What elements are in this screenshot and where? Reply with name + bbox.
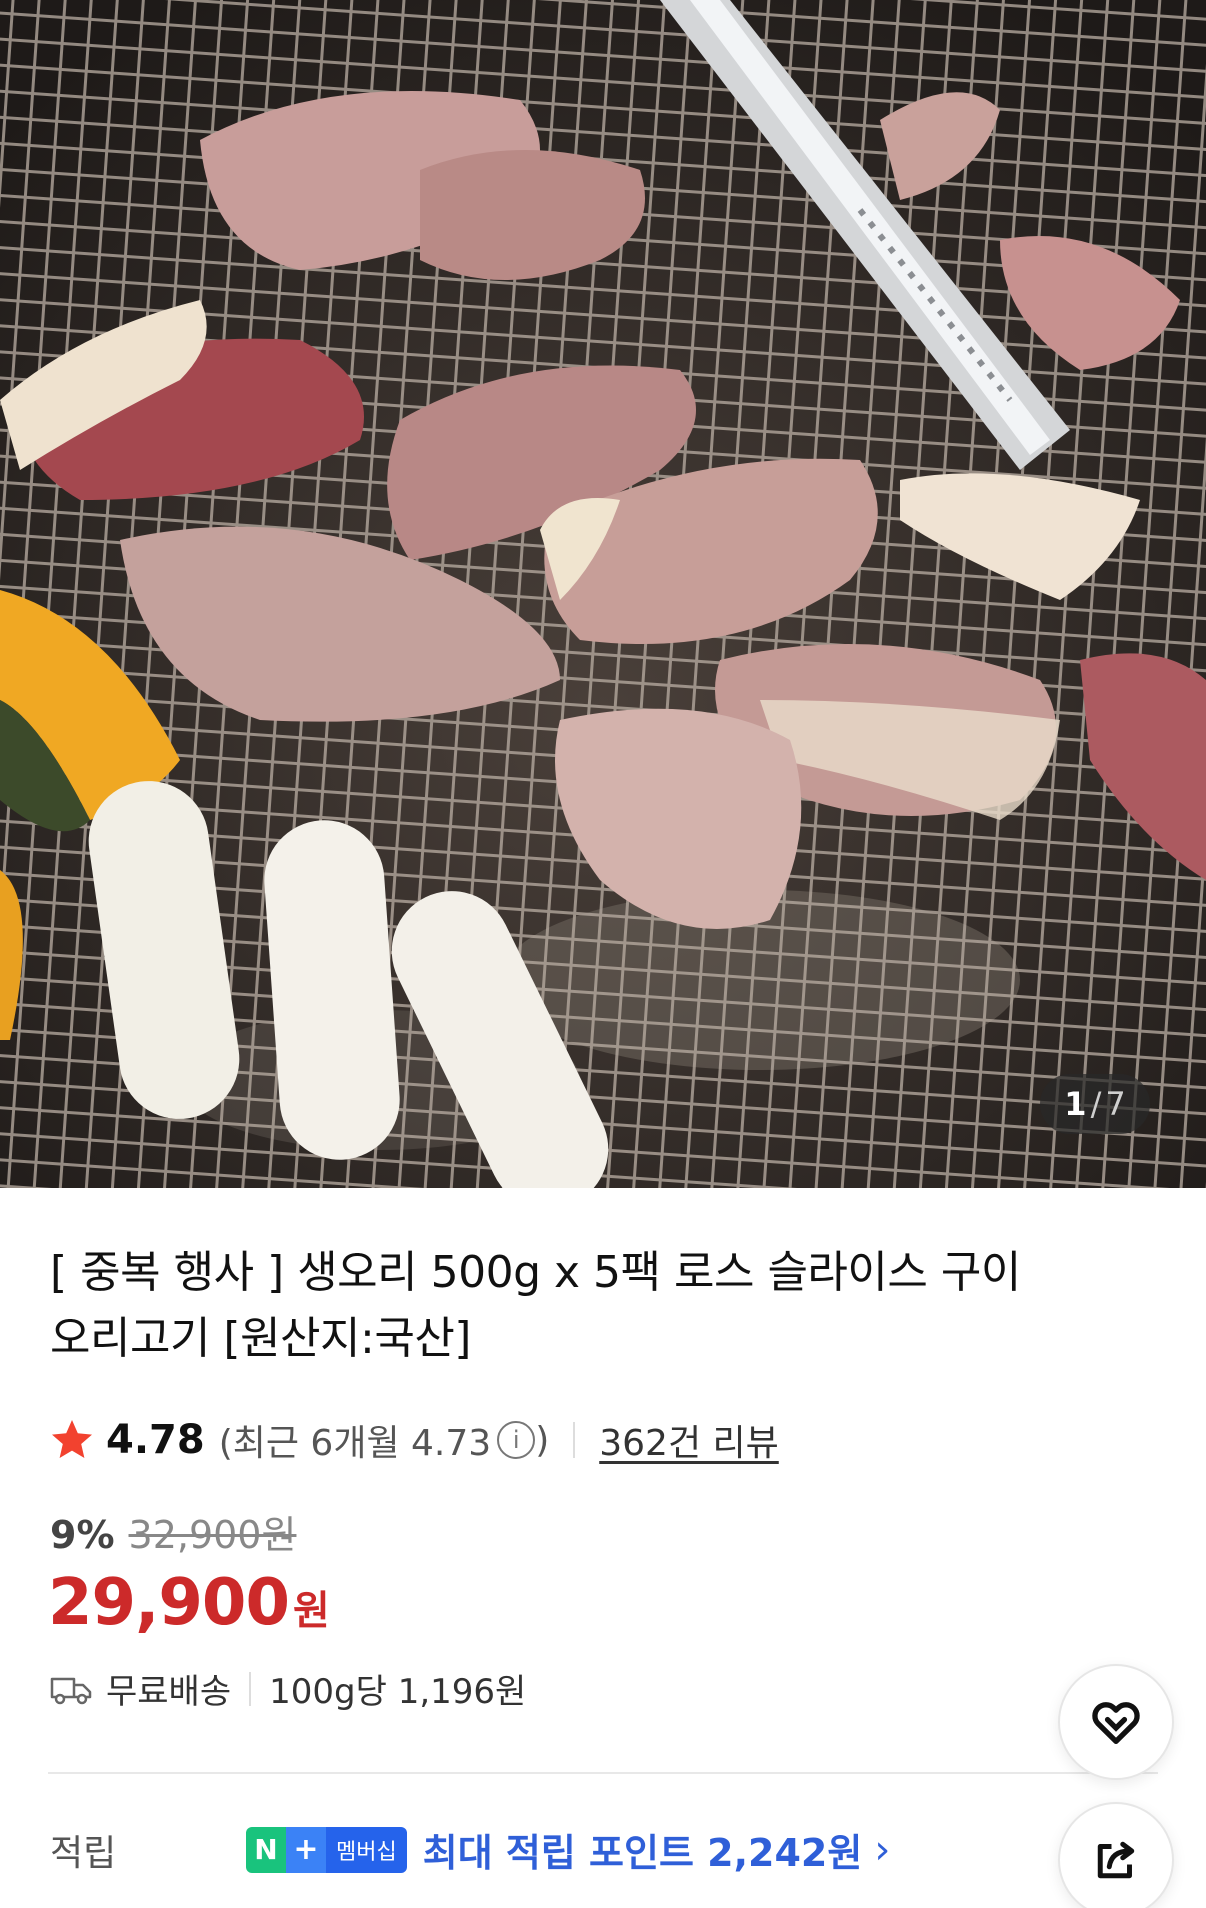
reviews-link[interactable]: 362건 리뷰 [599, 1414, 779, 1466]
delivery-row: 무료배송 100g당 1,196원 [50, 1664, 526, 1713]
truck-icon [50, 1677, 92, 1704]
image-counter-total: 7 [1105, 1085, 1126, 1123]
rating-recent: (최근 6개월 4.73 [218, 1423, 492, 1464]
discount-row: 9% 32,900원 [50, 1504, 296, 1559]
sale-price: 29,900 원 [48, 1566, 330, 1640]
section-divider [48, 1772, 1158, 1774]
image-counter-separator: / [1090, 1085, 1102, 1123]
points-label: 적립 [50, 1832, 117, 1874]
grilled-duck-photo [0, 0, 1206, 1188]
rating-divider [573, 1422, 576, 1458]
badge-membership: 멤버십 [326, 1826, 407, 1873]
product-title: [ 중복 행사 ] 생오리 500g x 5팩 로스 슬라이스 구이 오리고기 … [50, 1247, 1021, 1364]
heart-icon [1092, 1702, 1140, 1744]
info-icon[interactable]: i [497, 1421, 536, 1459]
product-image[interactable]: 1 / 7 [0, 0, 1206, 1188]
sale-price-amount: 29,900 [48, 1566, 290, 1640]
chevron-right-icon[interactable]: › [874, 1827, 890, 1873]
free-shipping: 무료배송 [106, 1672, 232, 1712]
image-counter-current: 1 [1064, 1085, 1087, 1123]
badge-n: N [246, 1826, 286, 1873]
rating-score: 4.78 [106, 1417, 205, 1463]
sale-price-currency: 원 [292, 1588, 330, 1634]
discount-percent: 9% [50, 1513, 115, 1557]
max-points-text[interactable]: 최대 적립 포인트 2,242원 [423, 1822, 863, 1877]
badge-plus: + [286, 1826, 326, 1873]
share-button[interactable] [1058, 1802, 1174, 1908]
like-button[interactable] [1058, 1664, 1174, 1780]
image-counter: 1 / 7 [1040, 1074, 1150, 1134]
unit-price: 100g당 1,196원 [269, 1672, 527, 1712]
rating-row: 4.78 (최근 6개월 4.73 i ) 362건 리뷰 [48, 1412, 779, 1468]
naver-membership-badge: N + 멤버십 [246, 1826, 407, 1873]
star-icon [52, 1420, 92, 1458]
share-icon [1097, 1841, 1135, 1879]
rating-recent-close: ) [535, 1419, 550, 1461]
points-row[interactable]: 적립 N + 멤버십 최대 적립 포인트 2,242원 › [50, 1822, 890, 1877]
delivery-divider [249, 1671, 252, 1706]
original-price: 32,900원 [128, 1513, 297, 1557]
